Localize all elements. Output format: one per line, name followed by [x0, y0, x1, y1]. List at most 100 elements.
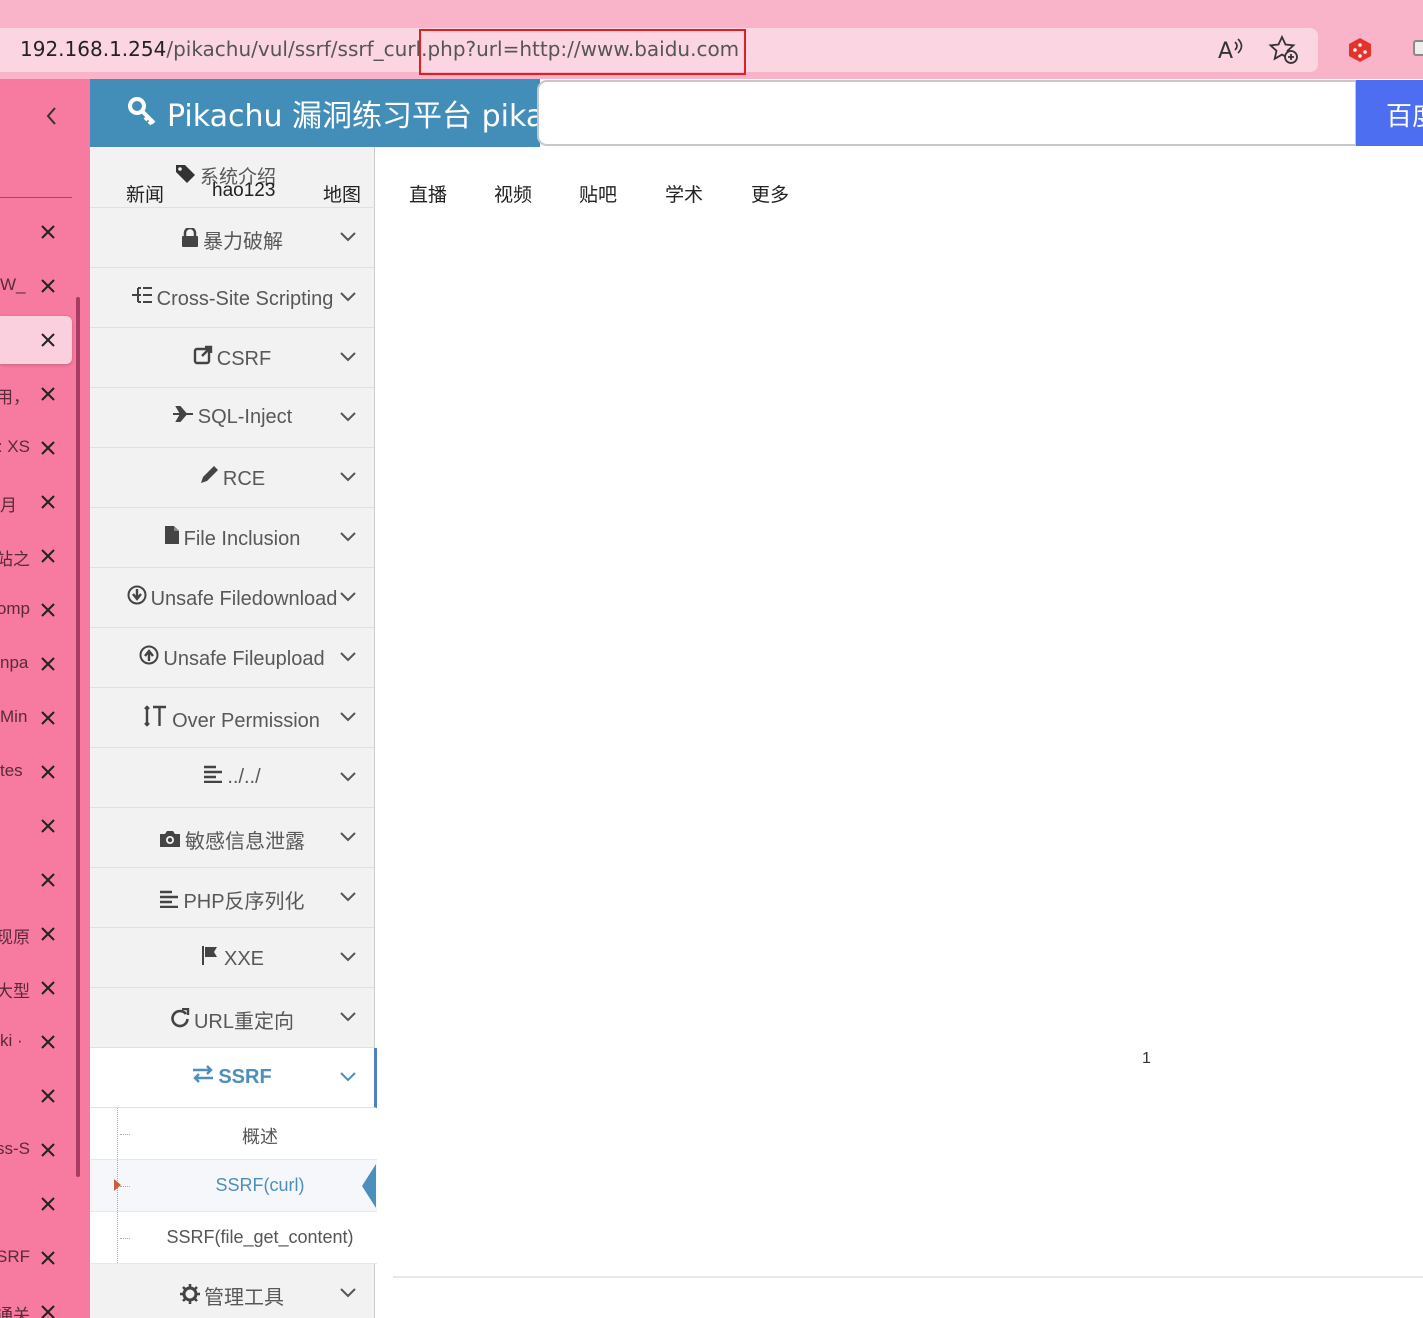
- close-tab-icon[interactable]: [38, 652, 58, 676]
- chevron-down-icon[interactable]: [338, 466, 358, 486]
- baidu-nav-academic[interactable]: 学术: [665, 180, 703, 207]
- browser-tab[interactable]: [0, 316, 72, 364]
- window-icon[interactable]: [1413, 40, 1423, 56]
- chevron-down-icon[interactable]: [338, 286, 358, 306]
- close-tab-icon[interactable]: [38, 1084, 58, 1108]
- close-tab-icon[interactable]: [38, 490, 58, 514]
- url-highlight-box: [419, 29, 746, 75]
- browser-tab[interactable]: 现原: [0, 910, 72, 958]
- sidebar-item[interactable]: File Inclusion: [90, 508, 374, 568]
- baidu-nav-more[interactable]: 更多: [751, 180, 789, 207]
- browser-tab[interactable]: Min: [0, 694, 72, 742]
- chevron-down-icon[interactable]: [338, 766, 358, 786]
- baidu-search-input[interactable]: [537, 80, 1357, 146]
- baidu-nav-news[interactable]: 新闻: [126, 180, 164, 207]
- sidebar-item[interactable]: PHP反序列化: [90, 868, 374, 928]
- text-height-icon: [144, 705, 168, 733]
- sidebar-item[interactable]: Unsafe Fileupload: [90, 628, 374, 688]
- close-tab-icon[interactable]: [38, 598, 58, 622]
- close-tab-icon[interactable]: [38, 814, 58, 838]
- close-tab-icon[interactable]: [38, 868, 58, 892]
- close-tab-icon[interactable]: [38, 760, 58, 784]
- close-tab-icon[interactable]: [38, 382, 58, 406]
- chevron-down-icon[interactable]: [338, 526, 358, 546]
- extension-dice-icon[interactable]: [1346, 36, 1374, 64]
- key-icon: [126, 95, 158, 127]
- sidebar-item[interactable]: SSRF: [90, 1048, 377, 1108]
- browser-tab[interactable]: [0, 856, 72, 904]
- sidebar-item[interactable]: Unsafe Filedownload: [90, 568, 374, 628]
- collapse-tabs-icon[interactable]: [40, 104, 64, 128]
- close-tab-icon[interactable]: [38, 706, 58, 730]
- baidu-nav-map[interactable]: 地图: [323, 180, 361, 207]
- browser-tab[interactable]: 站之: [0, 532, 72, 580]
- submenu-item[interactable]: SSRF(curl): [90, 1160, 377, 1212]
- baidu-nav-hao123[interactable]: hao123: [212, 180, 275, 202]
- browser-tab[interactable]: [0, 1072, 72, 1120]
- sidebar-item[interactable]: XXE: [90, 928, 374, 988]
- sidebar-item[interactable]: SQL-Inject: [90, 388, 374, 448]
- close-tab-icon[interactable]: [38, 220, 58, 244]
- browser-tab[interactable]: tes: [0, 748, 72, 796]
- tab-scrollbar[interactable]: [76, 297, 80, 1177]
- close-tab-icon[interactable]: [38, 922, 58, 946]
- browser-tab[interactable]: 大型: [0, 964, 72, 1012]
- tab-title: tes: [0, 761, 23, 780]
- close-tab-icon[interactable]: [38, 436, 58, 460]
- browser-tab[interactable]: [0, 208, 72, 256]
- submenu-item[interactable]: SSRF(file_get_content): [90, 1212, 377, 1264]
- sidebar-item[interactable]: Over Permission: [90, 688, 374, 748]
- browser-tab[interactable]: omp: [0, 586, 72, 634]
- browser-tab[interactable]: [0, 802, 72, 850]
- sidebar-item[interactable]: 敏感信息泄露: [90, 808, 374, 868]
- pencil-icon: [199, 465, 219, 491]
- close-tab-icon[interactable]: [38, 544, 58, 568]
- sidebar-item[interactable]: 暴力破解: [90, 208, 374, 268]
- browser-tab[interactable]: 通关: [0, 1288, 72, 1318]
- chevron-down-icon[interactable]: [338, 586, 358, 606]
- browser-tab[interactable]: ，用: [0, 370, 72, 418]
- sidebar-item[interactable]: 管理工具: [90, 1264, 374, 1318]
- chevron-down-icon[interactable]: [338, 1282, 358, 1302]
- read-aloud-icon[interactable]: A: [1216, 36, 1246, 64]
- browser-tab[interactable]: · ki: [0, 1018, 72, 1066]
- baidu-nav-tieba[interactable]: 贴吧: [579, 180, 617, 207]
- sidebar-item[interactable]: CSRF: [90, 328, 374, 388]
- close-tab-icon[interactable]: [38, 1300, 58, 1318]
- chevron-down-icon[interactable]: [338, 226, 358, 246]
- close-tab-icon[interactable]: [38, 1192, 58, 1216]
- add-favorite-icon[interactable]: [1268, 34, 1300, 66]
- chevron-down-icon[interactable]: [338, 706, 358, 726]
- sidebar-item[interactable]: ../../: [90, 748, 374, 808]
- close-tab-icon[interactable]: [38, 328, 58, 352]
- chevron-down-icon[interactable]: [338, 1006, 358, 1026]
- close-tab-icon[interactable]: [38, 976, 58, 1000]
- chevron-down-icon[interactable]: [338, 886, 358, 906]
- chevron-down-icon[interactable]: [338, 826, 358, 846]
- chevron-down-icon[interactable]: [338, 946, 358, 966]
- align-left-icon: [203, 765, 223, 789]
- sidebar-item[interactable]: Cross-Site Scripting: [90, 268, 374, 328]
- sidebar-item[interactable]: RCE: [90, 448, 374, 508]
- close-tab-icon[interactable]: [38, 1030, 58, 1054]
- browser-tab[interactable]: 月: [0, 478, 72, 526]
- sidebar-item[interactable]: URL重定向: [90, 988, 374, 1048]
- chevron-down-icon[interactable]: [338, 646, 358, 666]
- close-tab-icon[interactable]: [38, 1138, 58, 1162]
- submenu-item[interactable]: 概述: [90, 1108, 377, 1160]
- chevron-down-icon[interactable]: [338, 406, 358, 426]
- close-tab-icon[interactable]: [38, 1246, 58, 1270]
- browser-tab[interactable]: _W: [0, 262, 72, 310]
- baidu-nav-live[interactable]: 直播: [409, 180, 447, 207]
- browser-tab[interactable]: SRF: [0, 1234, 72, 1282]
- close-tab-icon[interactable]: [38, 274, 58, 298]
- browser-tab[interactable]: npa: [0, 640, 72, 688]
- baidu-nav-video[interactable]: 视频: [494, 180, 532, 207]
- tab-title: ss-S: [0, 1139, 30, 1158]
- baidu-search-button[interactable]: 百度一下: [1356, 80, 1423, 146]
- chevron-down-icon[interactable]: [338, 346, 358, 366]
- chevron-down-icon[interactable]: [338, 1066, 358, 1086]
- browser-tab[interactable]: r: XS: [0, 424, 72, 472]
- browser-tab[interactable]: [0, 1180, 72, 1228]
- browser-tab[interactable]: ss-S: [0, 1126, 72, 1174]
